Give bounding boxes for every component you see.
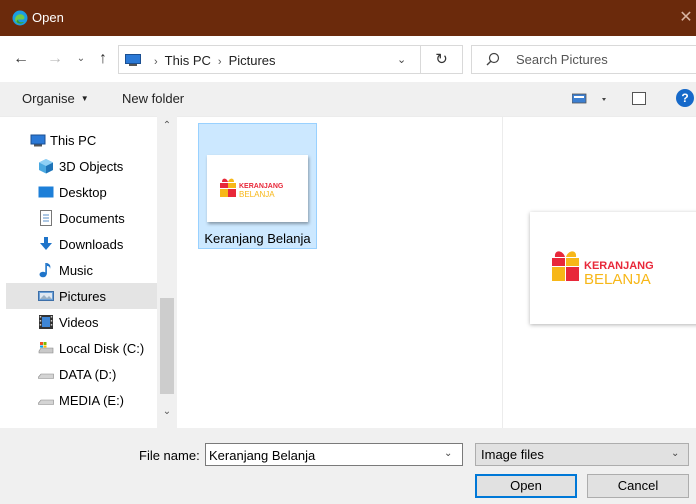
drive-icon [38, 399, 54, 405]
file-thumbnail: KERANJANG BELANJA [207, 155, 308, 222]
search-input[interactable] [516, 51, 686, 68]
search-box[interactable] [471, 45, 696, 74]
search-icon [486, 52, 500, 66]
sidebar-item-documents[interactable]: Documents [6, 205, 157, 231]
film-icon [39, 315, 53, 329]
cube-icon [39, 159, 53, 174]
back-arrow-icon[interactable]: ← [10, 48, 32, 70]
sidebar-item-label: 3D Objects [59, 159, 124, 174]
help-icon[interactable]: ? [676, 89, 694, 107]
file-item[interactable]: KERANJANG BELANJA Keranjang Belanja [198, 123, 317, 249]
organise-button[interactable]: Organise ▼ [22, 91, 89, 106]
file-name-combobox[interactable]: ⌄ [205, 443, 463, 466]
breadcrumb: › This PC › Pictures [147, 53, 276, 68]
preview-pane-icon[interactable] [632, 92, 646, 105]
sidebar-item-videos[interactable]: Videos [6, 309, 157, 335]
sidebar-item-this-pc[interactable]: This PC [6, 127, 157, 153]
new-folder-button[interactable]: New folder [122, 91, 184, 106]
breadcrumb-item-pictures[interactable]: Pictures [229, 53, 276, 68]
desktop-icon [38, 186, 54, 198]
scroll-down-icon[interactable]: ⌄ [157, 406, 177, 418]
breadcrumb-item-this-pc[interactable]: This PC [165, 53, 211, 68]
sidebar-item-label: This PC [50, 133, 97, 148]
sidebar-item-label: Desktop [59, 185, 107, 200]
organise-label: Organise [22, 91, 75, 106]
pictures-icon [38, 291, 54, 301]
file-type-value: Image files [481, 447, 544, 462]
preview-image: KERANJANG BELANJA [530, 212, 696, 324]
scroll-up-icon[interactable]: ⌃ [157, 120, 177, 132]
open-button[interactable]: Open [475, 474, 577, 498]
download-arrow-icon [40, 237, 52, 250]
edge-icon [12, 10, 28, 26]
title-bar [0, 0, 696, 36]
close-button[interactable]: ✕ [676, 6, 696, 30]
recent-locations-chevron-icon[interactable]: ⌄ [70, 48, 92, 70]
up-arrow-icon[interactable]: ↑ [92, 48, 114, 70]
music-note-icon [39, 263, 51, 278]
sidebar-item-label: MEDIA (E:) [59, 393, 125, 408]
sidebar-item-pictures[interactable]: Pictures [6, 283, 157, 309]
documents-icon [40, 210, 52, 226]
logo-word-keranjang: KERANJANG [239, 183, 284, 190]
breadcrumb-separator: › [217, 56, 222, 68]
change-view-icon[interactable] [572, 91, 612, 107]
scrollbar-thumb[interactable] [160, 298, 174, 394]
cancel-button[interactable]: Cancel [587, 474, 689, 498]
drive-icon [38, 342, 54, 354]
file-name: Keranjang Belanja [204, 231, 311, 246]
sidebar-item-label: Videos [59, 315, 99, 330]
navigation-scrollbar[interactable]: ⌃ ⌄ [157, 116, 177, 428]
file-list[interactable]: KERANJANG BELANJA Keranjang Belanja [177, 116, 502, 428]
sidebar-item-downloads[interactable]: Downloads [6, 231, 157, 257]
sidebar-item-label: Documents [59, 211, 125, 226]
refresh-icon[interactable]: ↻ [421, 45, 463, 74]
window-title: Open [32, 10, 64, 25]
sidebar-item-desktop[interactable]: Desktop [6, 179, 157, 205]
keranjang-belanja-logo: KERANJANG BELANJA [220, 178, 284, 199]
sidebar-item-label: Music [59, 263, 93, 278]
sidebar-item-label: DATA (D:) [59, 367, 117, 382]
sidebar-item-label: Pictures [59, 289, 106, 304]
chevron-down-icon[interactable]: ⌄ [444, 448, 452, 459]
sidebar-item-3d-objects[interactable]: 3D Objects [6, 153, 157, 179]
logo-word-belanja: BELANJA [584, 271, 651, 288]
caret-down-icon: ▼ [80, 94, 89, 103]
sidebar-item-label: Downloads [59, 237, 124, 252]
navigation-pane: This PC 3D Objects Desktop Documents Dow… [0, 116, 177, 428]
pc-icon [30, 134, 46, 147]
file-name-input[interactable] [209, 447, 434, 463]
sidebar-item-local-disk-c[interactable]: Local Disk (C:) [6, 335, 157, 361]
sidebar-item-media-e[interactable]: MEDIA (E:) [6, 387, 157, 413]
sidebar-item-label: Local Disk (C:) [59, 341, 145, 356]
file-name-label: File name: [139, 448, 200, 463]
chevron-down-icon[interactable]: ⌄ [397, 53, 406, 66]
file-type-select[interactable]: Image files ⌄ [475, 443, 689, 466]
address-bar[interactable]: › This PC › Pictures ⌄ [118, 45, 421, 74]
drive-icon [38, 373, 54, 379]
breadcrumb-separator: › [154, 56, 158, 68]
keranjang-belanja-logo: KERANJANG BELANJA [552, 251, 654, 288]
logo-word-belanja: BELANJA [239, 190, 275, 199]
chevron-down-icon: ⌄ [671, 448, 680, 459]
preview-pane: KERANJANG BELANJA [502, 116, 696, 428]
sidebar-item-data-d[interactable]: DATA (D:) [6, 361, 157, 387]
pc-icon [125, 54, 141, 66]
forward-arrow-icon[interactable]: → [44, 48, 66, 70]
sidebar-item-music[interactable]: Music [6, 257, 157, 283]
